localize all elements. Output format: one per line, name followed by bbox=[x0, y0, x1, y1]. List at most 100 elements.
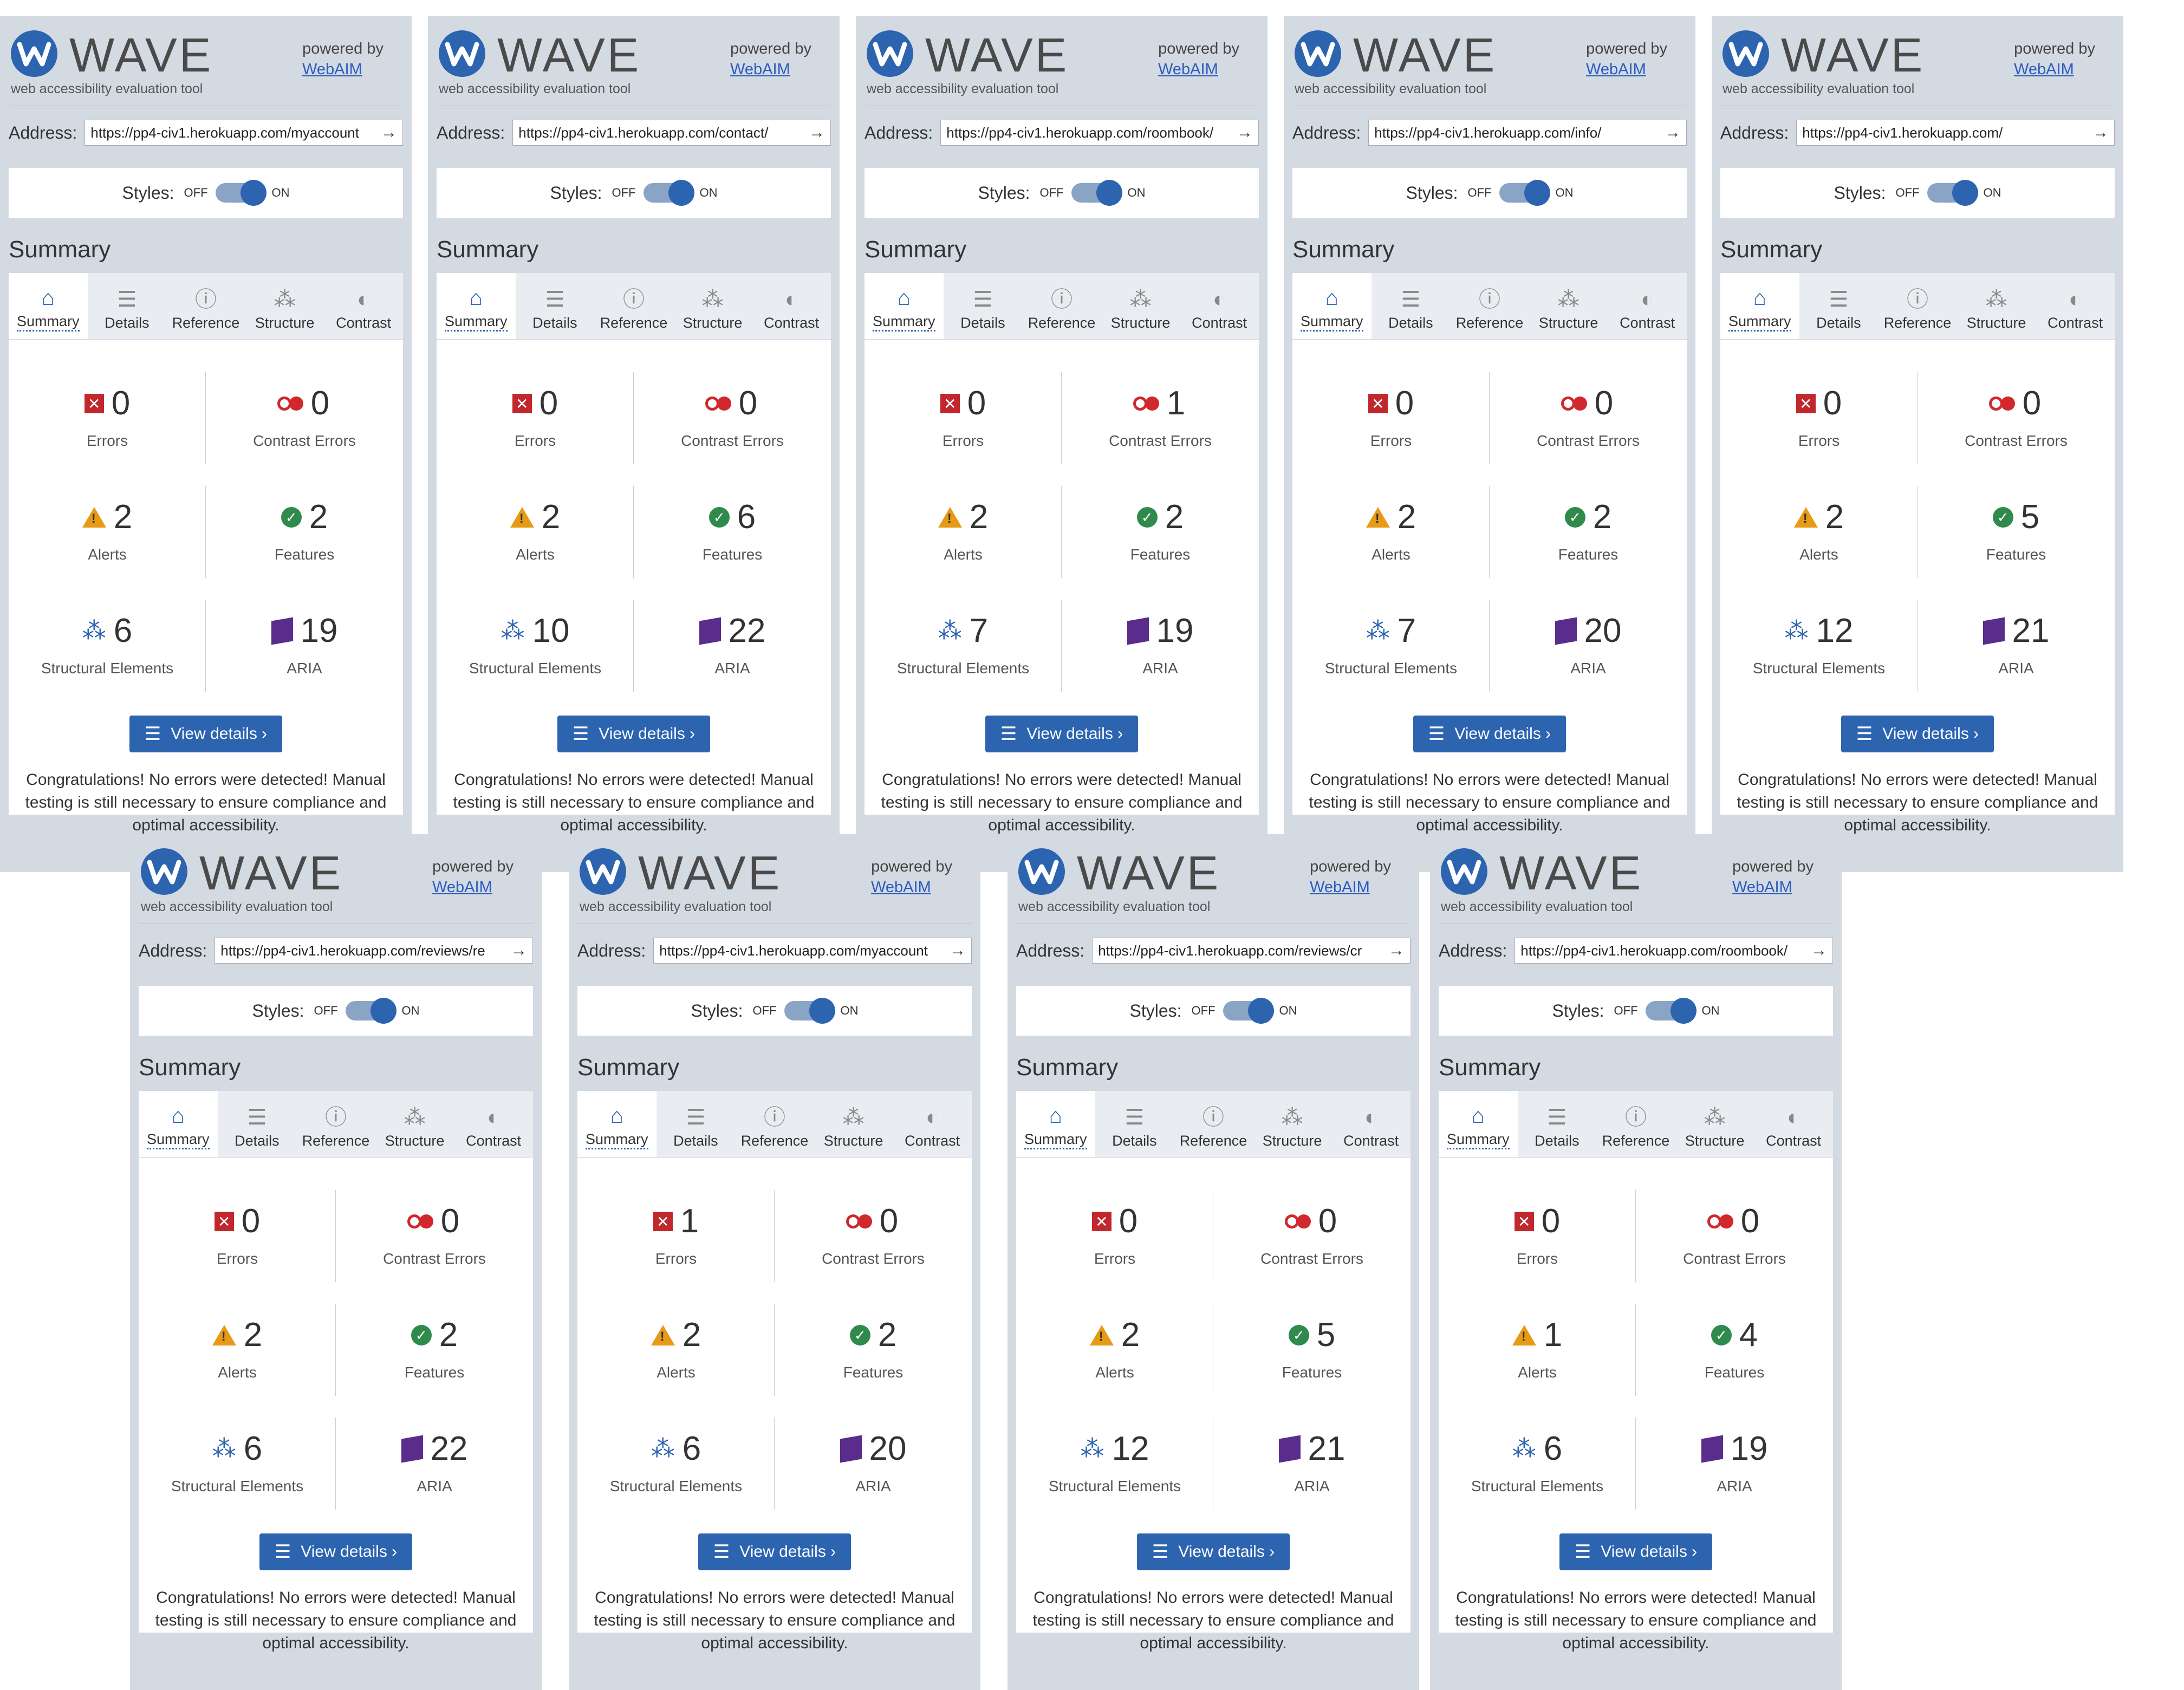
tab-details[interactable]: ☰ Details bbox=[516, 273, 595, 339]
tab-reference[interactable]: ⓘ Reference bbox=[1450, 273, 1529, 339]
arrow-right-icon[interactable]: → bbox=[809, 123, 825, 142]
tab-reference[interactable]: ⓘ Reference bbox=[1878, 273, 1957, 339]
tab-summary[interactable]: ⌂ Summary bbox=[1016, 1091, 1095, 1157]
tab-summary[interactable]: ⌂ Summary bbox=[437, 273, 516, 339]
tab-contrast[interactable]: ◐ Contrast bbox=[752, 273, 831, 339]
styles-off-label: OFF bbox=[752, 1004, 777, 1017]
view-details-button[interactable]: ☰ View details › bbox=[1413, 716, 1566, 752]
congratulations-message: Congratulations! No errors were detected… bbox=[1032, 1589, 1394, 1652]
tab-summary[interactable]: ⌂ Summary bbox=[139, 1091, 218, 1157]
tab-structure[interactable]: ⁂ Structure bbox=[245, 273, 324, 339]
styles-toggle[interactable] bbox=[215, 180, 266, 206]
styles-toggle[interactable] bbox=[1071, 180, 1122, 206]
address-input[interactable]: https://pp4-civ1.herokuapp.com/roombook/… bbox=[940, 120, 1259, 146]
webaim-link[interactable]: WebAIM bbox=[871, 877, 952, 898]
tab-contrast[interactable]: ◐ Contrast bbox=[1754, 1091, 1833, 1157]
tab-contrast[interactable]: ◐ Contrast bbox=[454, 1091, 533, 1157]
webaim-link[interactable]: WebAIM bbox=[1586, 60, 1667, 80]
styles-toggle[interactable] bbox=[643, 180, 694, 206]
styles-toggle[interactable] bbox=[1223, 998, 1274, 1024]
address-input[interactable]: https://pp4-civ1.herokuapp.com/myaccount… bbox=[84, 120, 403, 146]
webaim-link[interactable]: WebAIM bbox=[302, 60, 384, 80]
structure-icon: ⁂ bbox=[1281, 1106, 1303, 1129]
webaim-link[interactable]: WebAIM bbox=[1310, 877, 1391, 898]
tab-summary[interactable]: ⌂ Summary bbox=[577, 1091, 656, 1157]
tab-reference[interactable]: ⓘ Reference bbox=[296, 1091, 375, 1157]
toggle-knob bbox=[1247, 998, 1274, 1024]
arrow-right-icon[interactable]: → bbox=[950, 941, 966, 960]
tab-label: Contrast bbox=[2047, 315, 2103, 331]
tab-structure[interactable]: ⁂ Structure bbox=[814, 1091, 893, 1157]
tab-reference[interactable]: ⓘ Reference bbox=[1174, 1091, 1253, 1157]
tab-structure[interactable]: ⁂ Structure bbox=[673, 273, 752, 339]
view-details-button[interactable]: ☰ View details › bbox=[698, 1533, 851, 1570]
tab-contrast[interactable]: ◐ Contrast bbox=[1331, 1091, 1410, 1157]
arrow-right-icon[interactable]: → bbox=[2092, 123, 2109, 142]
powered-by: powered by WebAIM bbox=[302, 39, 384, 80]
tab-structure[interactable]: ⁂ Structure bbox=[1101, 273, 1180, 339]
address-input[interactable]: https://pp4-civ1.herokuapp.com/reviews/r… bbox=[214, 938, 533, 964]
tab-details[interactable]: ☰ Details bbox=[656, 1091, 736, 1157]
styles-toggle[interactable] bbox=[1499, 180, 1550, 206]
webaim-link[interactable]: WebAIM bbox=[2014, 60, 2095, 80]
tab-contrast[interactable]: ◐ Contrast bbox=[324, 273, 403, 339]
arrow-right-icon[interactable]: → bbox=[1665, 123, 1681, 142]
tab-details[interactable]: ☰ Details bbox=[218, 1091, 297, 1157]
webaim-link[interactable]: WebAIM bbox=[1732, 877, 1813, 898]
webaim-link[interactable]: WebAIM bbox=[730, 60, 811, 80]
address-input[interactable]: https://pp4-civ1.herokuapp.com/info/ → bbox=[1368, 120, 1687, 146]
tab-structure[interactable]: ⁂ Structure bbox=[1957, 273, 2036, 339]
styles-toggle[interactable] bbox=[784, 998, 835, 1024]
contrast-icon: ◐ bbox=[2069, 288, 2082, 311]
view-details-button[interactable]: ☰ View details › bbox=[1841, 716, 1994, 752]
tab-structure[interactable]: ⁂ Structure bbox=[1675, 1091, 1754, 1157]
arrow-right-icon[interactable]: → bbox=[381, 123, 397, 142]
tab-details[interactable]: ☰ Details bbox=[1518, 1091, 1597, 1157]
tab-structure[interactable]: ⁂ Structure bbox=[1253, 1091, 1332, 1157]
tab-reference[interactable]: ⓘ Reference bbox=[1022, 273, 1101, 339]
tab-details[interactable]: ☰ Details bbox=[1095, 1091, 1174, 1157]
tab-contrast[interactable]: ◐ Contrast bbox=[893, 1091, 972, 1157]
address-input[interactable]: https://pp4-civ1.herokuapp.com/contact/ … bbox=[512, 120, 831, 146]
styles-toggle[interactable] bbox=[345, 998, 396, 1024]
tab-summary[interactable]: ⌂ Summary bbox=[1720, 273, 1799, 339]
view-details-button[interactable]: ☰ View details › bbox=[259, 1533, 413, 1570]
tab-structure[interactable]: ⁂ Structure bbox=[375, 1091, 454, 1157]
tab-label: Contrast bbox=[1192, 315, 1247, 331]
arrow-right-icon[interactable]: → bbox=[1811, 941, 1827, 960]
arrow-right-icon[interactable]: → bbox=[1388, 941, 1405, 960]
tab-details[interactable]: ☰ Details bbox=[88, 273, 167, 339]
styles-toggle[interactable] bbox=[1645, 998, 1696, 1024]
tab-summary[interactable]: ⌂ Summary bbox=[1439, 1091, 1518, 1157]
address-input[interactable]: https://pp4-civ1.herokuapp.com/reviews/c… bbox=[1092, 938, 1410, 964]
tab-structure[interactable]: ⁂ Structure bbox=[1529, 273, 1608, 339]
wave-panel: WAVE web accessibility evaluation tool p… bbox=[1712, 16, 2123, 872]
address-input[interactable]: https://pp4-civ1.herokuapp.com/roombook/… bbox=[1514, 938, 1833, 964]
tab-details[interactable]: ☰ Details bbox=[944, 273, 1023, 339]
tab-summary[interactable]: ⌂ Summary bbox=[864, 273, 944, 339]
address-input[interactable]: https://pp4-civ1.herokuapp.com/ → bbox=[1796, 120, 2115, 146]
powered-by-label: powered by bbox=[871, 858, 952, 875]
webaim-link[interactable]: WebAIM bbox=[432, 877, 514, 898]
tab-reference[interactable]: ⓘ Reference bbox=[166, 273, 245, 339]
view-details-button[interactable]: ☰ View details › bbox=[985, 716, 1139, 752]
tab-contrast[interactable]: ◐ Contrast bbox=[2036, 273, 2115, 339]
tab-summary[interactable]: ⌂ Summary bbox=[9, 273, 88, 339]
tab-contrast[interactable]: ◐ Contrast bbox=[1608, 273, 1687, 339]
tab-contrast[interactable]: ◐ Contrast bbox=[1180, 273, 1259, 339]
address-input[interactable]: https://pp4-civ1.herokuapp.com/myaccount… bbox=[653, 938, 972, 964]
view-details-button[interactable]: ☰ View details › bbox=[1136, 1533, 1290, 1570]
arrow-right-icon[interactable]: → bbox=[1237, 123, 1253, 142]
tab-summary[interactable]: ⌂ Summary bbox=[1292, 273, 1372, 339]
tab-reference[interactable]: ⓘ Reference bbox=[594, 273, 673, 339]
tab-details[interactable]: ☰ Details bbox=[1799, 273, 1878, 339]
view-details-button[interactable]: ☰ View details › bbox=[557, 716, 711, 752]
webaim-link[interactable]: WebAIM bbox=[1158, 60, 1239, 80]
styles-toggle[interactable] bbox=[1927, 180, 1978, 206]
tab-reference[interactable]: ⓘ Reference bbox=[1596, 1091, 1675, 1157]
view-details-button[interactable]: ☰ View details › bbox=[1559, 1533, 1713, 1570]
arrow-right-icon[interactable]: → bbox=[511, 941, 527, 960]
tab-details[interactable]: ☰ Details bbox=[1372, 273, 1451, 339]
view-details-button[interactable]: ☰ View details › bbox=[129, 716, 283, 752]
tab-reference[interactable]: ⓘ Reference bbox=[735, 1091, 814, 1157]
